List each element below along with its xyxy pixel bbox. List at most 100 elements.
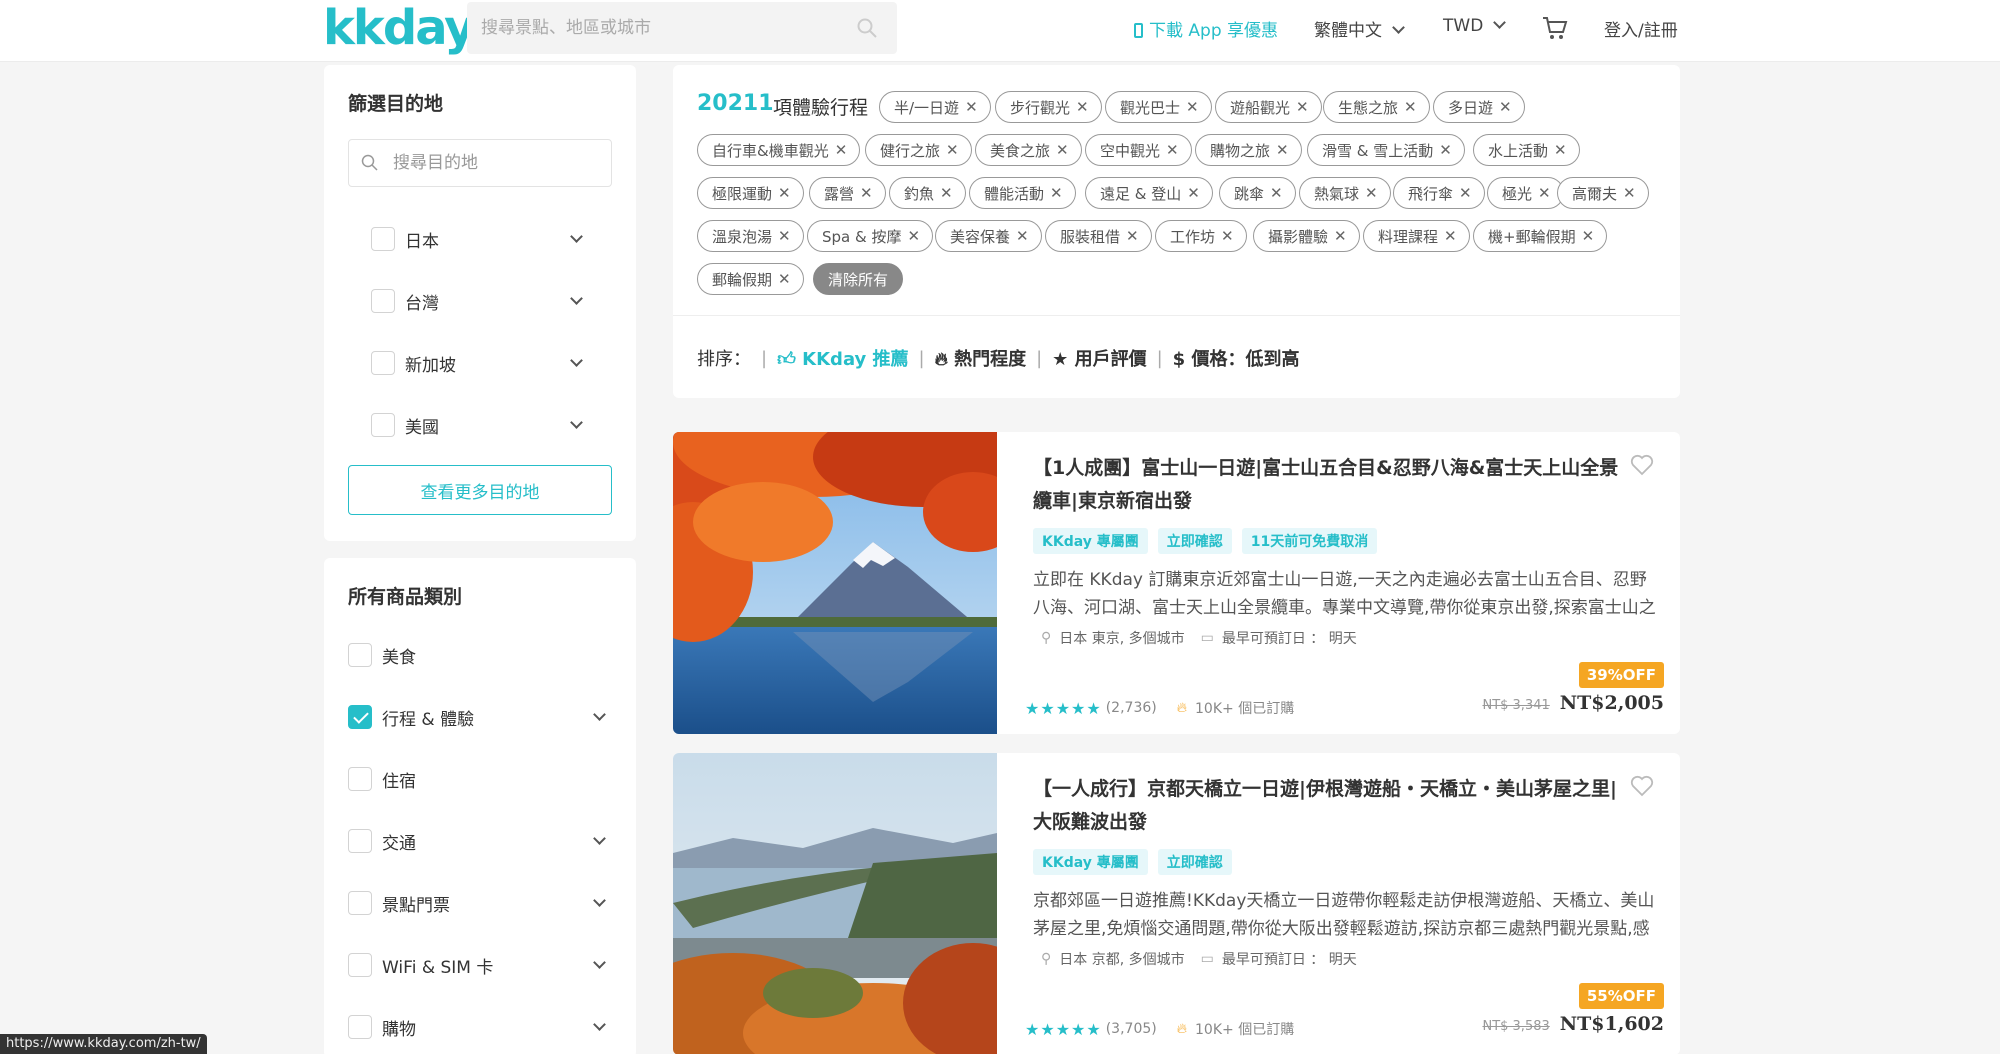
filter-tag[interactable]: 極光 ✕	[1487, 177, 1564, 209]
language-selector[interactable]: 繁體中文	[1314, 16, 1405, 41]
download-app-link[interactable]: 下載 App 享優惠	[1134, 16, 1278, 41]
close-icon[interactable]: ✕	[1538, 184, 1551, 202]
cart-icon[interactable]	[1542, 15, 1568, 41]
close-icon[interactable]: ✕	[778, 227, 791, 245]
chevron-down-icon[interactable]	[570, 230, 583, 243]
close-icon[interactable]: ✕	[946, 141, 959, 159]
close-icon[interactable]: ✕	[1221, 227, 1234, 245]
filter-tag[interactable]: 遠足 & 登山 ✕	[1085, 177, 1213, 209]
category-item-stay[interactable]: 住宿	[348, 764, 416, 794]
filter-tag[interactable]: 購物之旅 ✕	[1195, 134, 1302, 166]
checkbox-checked[interactable]	[348, 705, 372, 729]
kkday-logo[interactable]: kkday	[323, 2, 475, 54]
close-icon[interactable]: ✕	[1186, 98, 1199, 116]
search-icon[interactable]	[857, 18, 877, 38]
filter-tag[interactable]: 釣魚 ✕	[889, 177, 966, 209]
product-card[interactable]: 【一人成行】京都天橋立一日遊|伊根灣遊船・天橋立・美山茅屋之里|大阪難波出發 K…	[673, 753, 1680, 1054]
filter-tag[interactable]: 多日遊 ✕	[1433, 91, 1525, 123]
checkbox[interactable]	[348, 1015, 372, 1039]
sort-popularity[interactable]: 🔥︎ 熱門程度	[935, 345, 1026, 371]
filter-tag[interactable]: 半/一日遊 ✕	[879, 91, 991, 123]
chevron-down-icon[interactable]	[593, 708, 606, 721]
close-icon[interactable]: ✕	[835, 141, 848, 159]
category-item-tickets[interactable]: 景點門票	[348, 888, 450, 918]
filter-tag[interactable]: 跳傘 ✕	[1219, 177, 1296, 209]
product-title[interactable]: 【一人成行】京都天橋立一日遊|伊根灣遊船・天橋立・美山茅屋之里|大阪難波出發	[1033, 773, 1623, 839]
chevron-down-icon[interactable]	[593, 1018, 606, 1031]
destination-item-japan[interactable]: 日本	[371, 224, 439, 254]
close-icon[interactable]: ✕	[778, 270, 791, 288]
filter-tag[interactable]: 美容保養 ✕	[935, 220, 1042, 252]
close-icon[interactable]: ✕	[1276, 141, 1289, 159]
filter-tag[interactable]: 服裝租借 ✕	[1045, 220, 1152, 252]
close-icon[interactable]: ✕	[1499, 98, 1512, 116]
close-icon[interactable]: ✕	[1016, 227, 1029, 245]
checkbox[interactable]	[371, 351, 395, 375]
heart-icon[interactable]	[1630, 454, 1654, 476]
currency-selector[interactable]: TWD	[1443, 16, 1507, 36]
checkbox[interactable]	[348, 953, 372, 977]
category-item-transport[interactable]: 交通	[348, 826, 416, 856]
close-icon[interactable]: ✕	[1404, 98, 1417, 116]
close-icon[interactable]: ✕	[1076, 98, 1089, 116]
chevron-down-icon[interactable]	[593, 832, 606, 845]
category-item-tours[interactable]: 行程 & 體驗	[348, 702, 474, 732]
checkbox[interactable]	[348, 829, 372, 853]
checkbox[interactable]	[371, 227, 395, 251]
filter-tag[interactable]: 生態之旅 ✕	[1323, 91, 1430, 123]
close-icon[interactable]: ✕	[1554, 141, 1567, 159]
chevron-down-icon[interactable]	[593, 894, 606, 907]
chevron-down-icon[interactable]	[570, 292, 583, 305]
destination-search-input[interactable]	[393, 140, 593, 186]
close-icon[interactable]: ✕	[1334, 227, 1347, 245]
destination-item-usa[interactable]: 美國	[371, 410, 439, 440]
filter-tag[interactable]: 露營 ✕	[809, 177, 886, 209]
filter-tag[interactable]: 飛行傘 ✕	[1393, 177, 1485, 209]
close-icon[interactable]: ✕	[1459, 184, 1472, 202]
product-image-fuji[interactable]	[673, 432, 997, 734]
close-icon[interactable]: ✕	[1444, 227, 1457, 245]
close-icon[interactable]: ✕	[778, 184, 791, 202]
filter-tag[interactable]: 極限運動 ✕	[697, 177, 804, 209]
login-register-link[interactable]: 登入/註冊	[1604, 16, 1678, 41]
product-title[interactable]: 【1人成團】富士山一日遊|富士山五合目&忍野八海&富士天上山全景纜車|東京新宿出…	[1033, 452, 1623, 518]
filter-tag[interactable]: 觀光巴士 ✕	[1105, 91, 1212, 123]
chevron-down-icon[interactable]	[570, 416, 583, 429]
close-icon[interactable]: ✕	[1126, 227, 1139, 245]
filter-tag[interactable]: 步行觀光 ✕	[995, 91, 1102, 123]
filter-tag[interactable]: 自行車&機車觀光 ✕	[697, 134, 861, 166]
close-icon[interactable]: ✕	[1365, 184, 1378, 202]
filter-tag[interactable]: Spa & 按摩 ✕	[807, 220, 934, 252]
close-icon[interactable]: ✕	[1187, 184, 1200, 202]
category-item-shopping[interactable]: 購物	[348, 1012, 416, 1042]
close-icon[interactable]: ✕	[860, 184, 873, 202]
checkbox[interactable]	[371, 413, 395, 437]
close-icon[interactable]: ✕	[1166, 141, 1179, 159]
close-icon[interactable]: ✕	[1296, 98, 1309, 116]
product-image-amanohashidate[interactable]	[673, 753, 997, 1054]
product-card[interactable]: 【1人成團】富士山一日遊|富士山五合目&忍野八海&富士天上山全景纜車|東京新宿出…	[673, 432, 1680, 734]
close-icon[interactable]: ✕	[1623, 184, 1636, 202]
checkbox[interactable]	[371, 289, 395, 313]
filter-tag[interactable]: 滑雪 & 雪上活動 ✕	[1307, 134, 1465, 166]
close-icon[interactable]: ✕	[940, 184, 953, 202]
sort-recommended[interactable]: 👍︎ KKday 推薦	[777, 345, 908, 371]
chevron-down-icon[interactable]	[570, 354, 583, 367]
filter-tag[interactable]: 攝影體驗 ✕	[1253, 220, 1360, 252]
filter-tag[interactable]: 熱氣球 ✕	[1299, 177, 1391, 209]
filter-tag[interactable]: 機+郵輪假期 ✕	[1473, 220, 1608, 252]
checkbox[interactable]	[348, 891, 372, 915]
filter-tag[interactable]: 體能活動 ✕	[969, 177, 1076, 209]
close-icon[interactable]: ✕	[907, 227, 920, 245]
close-icon[interactable]: ✕	[1050, 184, 1063, 202]
more-destinations-button[interactable]: 查看更多目的地	[348, 465, 612, 515]
chevron-down-icon[interactable]	[593, 956, 606, 969]
filter-tag[interactable]: 郵輪假期 ✕	[697, 263, 804, 295]
close-icon[interactable]: ✕	[1056, 141, 1069, 159]
site-search-input[interactable]	[481, 2, 841, 54]
category-item-food[interactable]: 美食	[348, 640, 416, 670]
destination-item-singapore[interactable]: 新加坡	[371, 348, 456, 378]
filter-tag[interactable]: 美食之旅 ✕	[975, 134, 1082, 166]
close-icon[interactable]: ✕	[1582, 227, 1595, 245]
filter-tag[interactable]: 遊船觀光 ✕	[1215, 91, 1322, 123]
